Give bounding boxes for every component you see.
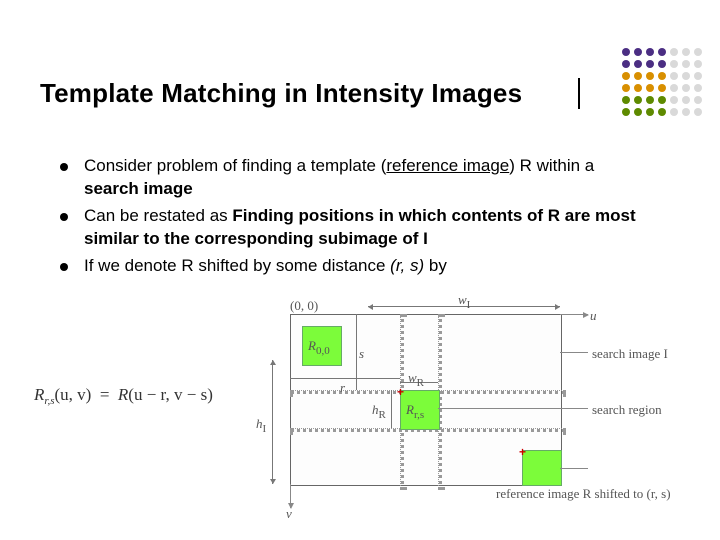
lbl-s: s bbox=[359, 346, 364, 362]
bullet-dot-icon bbox=[60, 263, 68, 271]
lbl-r: r bbox=[340, 380, 345, 396]
bullet-1: Consider problem of finding a template (… bbox=[60, 155, 650, 201]
diagram: + + (0, 0) u v wI hI s r wR hR R0,0 Rr,s… bbox=[250, 300, 670, 518]
dim-r bbox=[290, 378, 400, 379]
ann-shifted: reference image R shifted to (r, s) bbox=[496, 486, 671, 502]
lbl-hR: hR bbox=[372, 402, 386, 421]
lbl-hI: hI bbox=[256, 416, 266, 435]
leader-line bbox=[560, 352, 588, 354]
lbl-v: v bbox=[286, 506, 292, 522]
lbl-R00: R0,0 bbox=[308, 338, 330, 357]
bullet-1-text: Consider problem of finding a template (… bbox=[84, 155, 650, 201]
lbl-wI: wI bbox=[458, 292, 470, 311]
lbl-u: u bbox=[590, 308, 597, 324]
v-axis-arrow-icon bbox=[290, 484, 292, 508]
template-shifted bbox=[522, 450, 562, 486]
bullet-3: If we denote R shifted by some distance … bbox=[60, 255, 650, 278]
lbl-wR: wR bbox=[408, 370, 424, 389]
bullet-dot-icon bbox=[60, 213, 68, 221]
ann-search-region: search region bbox=[592, 402, 662, 418]
lbl-origin: (0, 0) bbox=[290, 298, 318, 314]
dim-hR bbox=[391, 390, 392, 428]
leader-line bbox=[560, 468, 588, 470]
ann-search-image: search image I bbox=[592, 346, 668, 362]
u-axis-arrow-icon bbox=[560, 314, 588, 316]
bullet-list: Consider problem of finding a template (… bbox=[60, 155, 650, 282]
slide-title: Template Matching in Intensity Images bbox=[40, 78, 568, 109]
bullet-dot-icon bbox=[60, 163, 68, 171]
bullet-3-text: If we denote R shifted by some distance … bbox=[84, 255, 447, 278]
bullet-2-text: Can be restated as Finding positions in … bbox=[84, 205, 650, 251]
dim-hI bbox=[272, 360, 273, 484]
title-block: Template Matching in Intensity Images bbox=[40, 78, 580, 109]
leader-line bbox=[438, 408, 588, 410]
bullet-2: Can be restated as Finding positions in … bbox=[60, 205, 650, 251]
decoration-dot-grid bbox=[622, 48, 704, 118]
lbl-Rrs: Rr,s bbox=[406, 402, 424, 421]
formula: Rr,s(u, v) = R(u − r, v − s) bbox=[34, 385, 213, 407]
